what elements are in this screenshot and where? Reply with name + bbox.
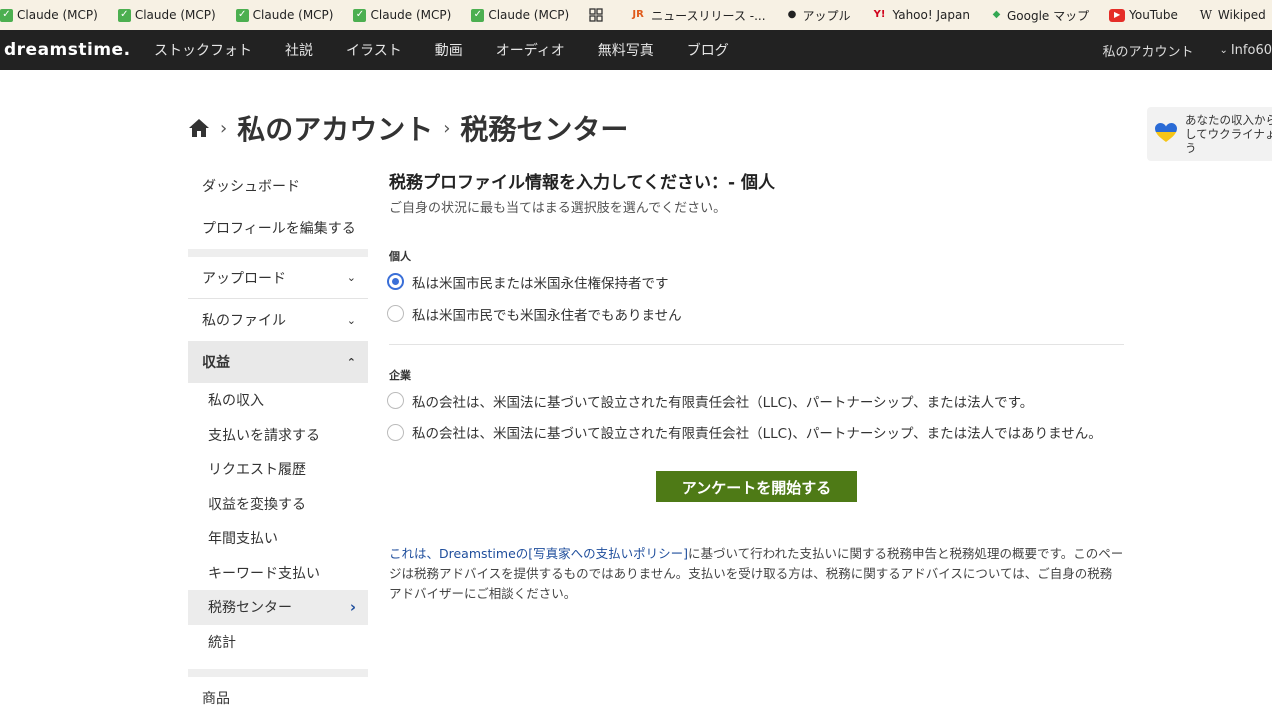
- breadcrumb-my-account[interactable]: 私のアカウント: [237, 108, 433, 148]
- wikipedia-icon: W: [1199, 8, 1213, 22]
- bookmark-jr[interactable]: JR ニュースリリース -...: [629, 7, 765, 24]
- nav-blog[interactable]: ブログ: [687, 40, 729, 60]
- chevron-right-icon: ›: [443, 117, 451, 139]
- sidebar-sub-request-history[interactable]: リクエスト履歴: [188, 452, 368, 487]
- radio-empty-icon[interactable]: [387, 424, 404, 441]
- check-icon: ✓: [471, 8, 485, 22]
- sidebar-sub-statistics[interactable]: 統計: [188, 625, 368, 660]
- tax-disclaimer: これは、Dreamstimeの[写真家への支払いポリシー]に基づいて行われた支払…: [389, 544, 1124, 604]
- radio-empty-icon[interactable]: [387, 305, 404, 322]
- bookmark-youtube[interactable]: ▶ YouTube: [1109, 8, 1178, 22]
- bookmark-wikipedia[interactable]: W Wikiped: [1198, 8, 1266, 22]
- nav-audio[interactable]: オーディオ: [496, 40, 565, 60]
- sidebar-item-my-files[interactable]: 私のファイル ⌄: [188, 299, 368, 341]
- disclaimer-prefix: これは、Dreamstimeの: [389, 546, 529, 561]
- radio-non-us-citizen[interactable]: 私は米国市民でも米国永住者でもありません: [387, 304, 1124, 324]
- main-navbar: dreamstime. ストックフォト 社説 イラスト 動画 オーディオ 無料写…: [0, 30, 1272, 70]
- bookmark-apple[interactable]: ● アップル: [786, 7, 851, 24]
- map-pin-icon: ◆: [992, 9, 1001, 20]
- home-icon[interactable]: [188, 118, 210, 138]
- breadcrumb: › 私のアカウント › 税務センター: [188, 108, 628, 148]
- bookmark-claude-3[interactable]: ✓ Claude (MCP): [235, 8, 333, 22]
- sidebar-item-earnings[interactable]: 収益 ⌃: [188, 341, 368, 383]
- tax-profile-form: 税務プロファイル情報を入力してください：- 個人 ご自身の状況に最も当てはまる選…: [387, 168, 1124, 604]
- sidebar-item-products[interactable]: 商品: [188, 677, 368, 719]
- grid-icon: [589, 8, 603, 22]
- payment-policy-link[interactable]: [写真家への支払いポリシー]: [528, 546, 688, 561]
- chevron-up-icon: ⌃: [346, 355, 356, 369]
- sidebar-sub-annual-payments[interactable]: 年間支払い: [188, 521, 368, 556]
- dreamstime-logo[interactable]: dreamstime.: [4, 40, 154, 60]
- nav-stock-photos[interactable]: ストックフォト: [154, 40, 252, 60]
- jr-icon: JR: [632, 9, 644, 20]
- radio-selected-icon[interactable]: [387, 273, 404, 290]
- sidebar-divider: [188, 249, 368, 257]
- bookmark-claude-5[interactable]: ✓ Claude (MCP): [471, 8, 569, 22]
- ukraine-heart-icon: [1155, 123, 1177, 142]
- sidebar-sub-convert-earnings[interactable]: 収益を変換する: [188, 487, 368, 522]
- nav-my-account[interactable]: 私のアカウント: [1102, 41, 1193, 60]
- radio-non-us-company[interactable]: 私の会社は、米国法に基づいて設立された有限責任会社（LLC)、パートナーシップ、…: [387, 423, 1124, 445]
- youtube-icon: ▶: [1109, 8, 1126, 22]
- radio-us-company[interactable]: 私の会社は、米国法に基づいて設立された有限責任会社（LLC)、パートナーシップ、…: [387, 391, 1124, 411]
- chevron-right-icon: ›: [349, 598, 356, 617]
- sidebar-sub-request-payment[interactable]: 支払いを請求する: [188, 418, 368, 453]
- section-divider: [389, 344, 1124, 345]
- bookmark-claude-1[interactable]: ✓ Claude (MCP): [0, 8, 98, 22]
- radio-us-citizen[interactable]: 私は米国市民または米国永住権保持者です: [387, 272, 1124, 292]
- nav-user-menu[interactable]: Info60: [1231, 43, 1272, 58]
- nav-editorial[interactable]: 社説: [285, 40, 313, 60]
- start-button-wrapper: アンケートを開始する: [389, 471, 1124, 502]
- start-survey-button[interactable]: アンケートを開始する: [655, 471, 858, 502]
- check-icon: ✓: [117, 8, 131, 22]
- sidebar-sub-keyword-payments[interactable]: キーワード支払い: [188, 556, 368, 591]
- sidebar-item-dashboard[interactable]: ダッシュボード: [188, 165, 368, 207]
- sidebar-item-upload[interactable]: アップロード ⌄: [188, 257, 368, 299]
- nav-video[interactable]: 動画: [435, 40, 463, 60]
- check-icon: ✓: [0, 8, 13, 22]
- company-section-label: 企業: [389, 369, 411, 382]
- chevron-down-icon: ⌄: [1219, 44, 1228, 56]
- bookmark-claude-4[interactable]: ✓ Claude (MCP): [353, 8, 451, 22]
- account-sidebar: ダッシュボード プロフィールを編集する アップロード ⌄ 私のファイル ⌄ 収益 ⌃ …: [188, 165, 368, 719]
- chevron-down-icon: ⌄: [346, 271, 356, 284]
- bookmarks-bar: ✓ Claude (MCP) ✓ Claude (MCP) ✓ Claude (MCP…: [0, 0, 1272, 30]
- nav-account-area: 私のアカウント ⌄ Info60: [1102, 30, 1272, 70]
- check-icon: ✓: [353, 8, 367, 22]
- sidebar-sub-tax-center[interactable]: 税務センター ›: [188, 590, 368, 625]
- sidebar-item-edit-profile[interactable]: プロフィールを編集する: [188, 207, 368, 249]
- breadcrumb-tax-center: 税務センター: [460, 113, 629, 146]
- individual-section-label: 個人: [389, 250, 411, 263]
- sidebar-sub-my-income[interactable]: 私の収入: [188, 383, 368, 418]
- nav-illustrations[interactable]: イラスト: [346, 40, 402, 60]
- radio-empty-icon[interactable]: [387, 392, 404, 409]
- chevron-down-icon: ⌄: [346, 313, 356, 327]
- chevron-right-icon: ›: [220, 117, 228, 139]
- page-title: 税務プロファイル情報を入力してください：- 個人: [389, 173, 775, 193]
- apps-grid-button[interactable]: [589, 8, 603, 22]
- ukraine-donation-banner[interactable]: あなたの収入からしてウクライナょう: [1147, 107, 1272, 161]
- check-icon: ✓: [235, 8, 249, 22]
- yahoo-icon: Y!: [873, 9, 886, 20]
- ukraine-banner-text: あなたの収入からしてウクライナょう: [1185, 113, 1272, 155]
- bookmark-claude-2[interactable]: ✓ Claude (MCP): [117, 8, 216, 22]
- bookmark-yahoo[interactable]: Y! Yahoo! Japan: [871, 8, 970, 22]
- bookmark-google-maps[interactable]: ◆ Google マップ: [990, 7, 1090, 24]
- sidebar-divider: [188, 669, 368, 677]
- nav-free-photos[interactable]: 無料写真: [598, 40, 654, 60]
- apple-icon: ●: [787, 9, 797, 20]
- page-description: ご自身の状況に最も当てはまる選択肢を選んでください。: [389, 201, 727, 216]
